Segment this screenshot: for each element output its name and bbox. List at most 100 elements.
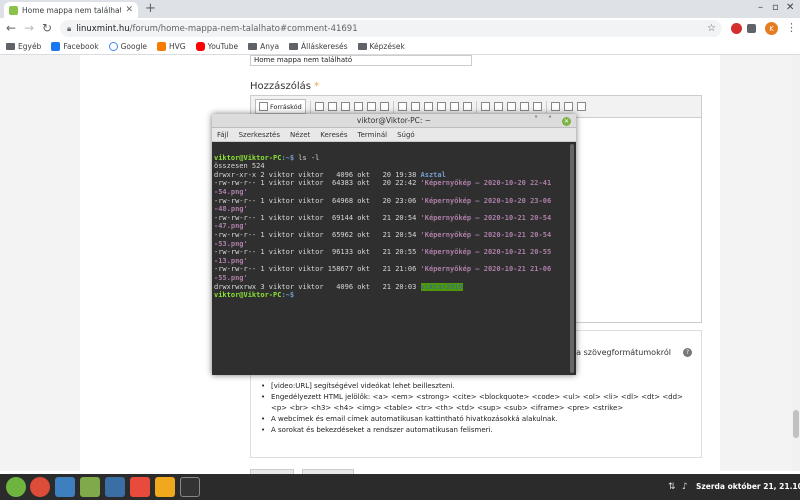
- bookmark-label: Álláskeresés: [301, 42, 348, 51]
- subject-field[interactable]: Home mappa nem található: [250, 55, 472, 66]
- bookmark-label: Google: [120, 42, 148, 51]
- url-path: /forum/home-mappa-nem-talalhato#comment-…: [129, 23, 358, 34]
- toolbar-separator: [545, 100, 547, 113]
- entry-name: 'Képernyőkép – 2020-10-21 20-54: [420, 230, 552, 239]
- terminal-scrollbar[interactable]: [569, 142, 575, 375]
- image-icon[interactable]: [480, 102, 490, 111]
- entry-meta: -rw-rw-r-- 1 viktor viktor 64383 okt 20 …: [214, 179, 421, 188]
- show-blocks-icon[interactable]: [563, 102, 573, 111]
- entry-name-wrap: -48.png': [214, 205, 248, 214]
- maximize-icon[interactable]: ▫: [772, 2, 779, 13]
- entry-meta: -rw-rw-r-- 1 viktor viktor 158677 okt 21…: [214, 265, 421, 274]
- chrome-icon[interactable]: [30, 477, 50, 497]
- terminal-titlebar[interactable]: viktor@Viktor-PC: ~ ˅ ˄ ✕: [212, 114, 576, 128]
- bookmark-youtube[interactable]: YouTube: [195, 42, 238, 51]
- forward-icon[interactable]: →: [24, 21, 34, 35]
- extension-badge-icon[interactable]: [731, 23, 742, 34]
- bookmark-folder-egyeb[interactable]: Egyéb: [6, 42, 41, 51]
- list-item: Engedélyezett HTML jelölők: <a> <em> <st…: [261, 392, 691, 414]
- browser-menu-icon[interactable]: ⋮: [786, 21, 797, 34]
- extensions-puzzle-icon[interactable]: [747, 24, 756, 33]
- bookmark-hvg[interactable]: HVG: [157, 42, 186, 51]
- bookmark-folder-kepzesek[interactable]: Képzések: [357, 42, 405, 51]
- tab-close-icon[interactable]: ✕: [125, 5, 133, 15]
- back-icon[interactable]: ←: [6, 21, 16, 35]
- menu-terminal[interactable]: Terminál: [357, 131, 387, 139]
- table-icon[interactable]: [493, 102, 503, 111]
- text-format-link[interactable]: k a szövegformátumokról: [569, 348, 671, 357]
- window-close-icon[interactable]: ✕: [786, 2, 794, 13]
- profile-avatar[interactable]: K: [765, 22, 778, 35]
- undo-icon[interactable]: [397, 102, 407, 111]
- save-icon[interactable]: [576, 102, 586, 111]
- copy-icon[interactable]: [327, 102, 337, 111]
- files-icon[interactable]: [80, 477, 100, 497]
- page-margin-right: [720, 55, 792, 471]
- minimize-icon[interactable]: –: [758, 2, 763, 13]
- select-all-icon[interactable]: [449, 102, 459, 111]
- taskbar: ⇅ ♪ Szerda október 21, 21.10.09: [0, 474, 800, 500]
- terminal-scroll-thumb[interactable]: [570, 144, 574, 373]
- special-char-icon[interactable]: [532, 102, 542, 111]
- browser-tab[interactable]: Home mappa nem található | L ✕: [4, 2, 138, 18]
- find-icon[interactable]: [423, 102, 433, 111]
- url-host: linuxmint.hu: [76, 23, 130, 34]
- prompt-path: :~$: [281, 291, 299, 300]
- taskbar-clock[interactable]: Szerda október 21, 21.10.09: [696, 482, 800, 491]
- menu-file[interactable]: Fájl: [217, 131, 229, 139]
- hvg-icon: [157, 42, 167, 51]
- url-text[interactable]: linuxmint.hu/forum/home-mappa-nem-talalh…: [76, 24, 357, 34]
- screenshot-tool-icon[interactable]: [105, 477, 125, 497]
- address-bar[interactable]: 🔒︎ linuxmint.hu/forum/home-mappa-nem-tal…: [60, 20, 722, 37]
- bookmark-facebook[interactable]: Facebook: [51, 42, 99, 51]
- paste-text-icon[interactable]: [353, 102, 363, 111]
- redo-icon[interactable]: [410, 102, 420, 111]
- browser-toolbar: ← → ↻ 🔒︎ linuxmint.hu/forum/home-mappa-n…: [0, 18, 800, 39]
- menu-view[interactable]: Nézet: [290, 131, 310, 139]
- mint-menu-icon[interactable]: [6, 477, 26, 497]
- paste-icon[interactable]: [340, 102, 350, 111]
- menu-search[interactable]: Keresés: [320, 131, 347, 139]
- terminal-output[interactable]: viktor@Viktor-PC:~$ ls -l összesen 524 drw…: [212, 142, 568, 375]
- maximize-editor-icon[interactable]: [550, 102, 560, 111]
- menu-edit[interactable]: Szerkesztés: [239, 131, 280, 139]
- bookmark-folder-allaskereses[interactable]: Álláskeresés: [289, 42, 348, 51]
- listing-row: -rw-rw-r-- 1 viktor viktor 64383 okt 20 …: [214, 179, 566, 188]
- page-scroll-thumb[interactable]: [793, 410, 799, 438]
- bookmark-label: Facebook: [63, 42, 99, 51]
- terminal-taskbar-icon[interactable]: [180, 477, 200, 497]
- menu-help[interactable]: Súgó: [397, 131, 415, 139]
- folder-icon: [6, 43, 15, 50]
- list-item: A sorokat és bekezdéseket a rendszer aut…: [261, 425, 691, 436]
- smiley-icon[interactable]: [519, 102, 529, 111]
- bookmark-star-icon[interactable]: ☆: [707, 23, 716, 34]
- volume-icon[interactable]: ♪: [682, 482, 688, 492]
- terminal-window[interactable]: viktor@Viktor-PC: ~ ˅ ˄ ✕ Fájl Szerkeszt…: [212, 114, 576, 375]
- cut-icon[interactable]: [314, 102, 324, 111]
- listing-row: -rw-rw-r-- 1 viktor viktor 64968 okt 20 …: [214, 197, 566, 206]
- new-tab-icon[interactable]: +: [145, 1, 156, 16]
- entry-meta: -rw-rw-r-- 1 viktor viktor 65962 okt 21 …: [214, 230, 421, 239]
- terminal-maximize-icon[interactable]: ˄: [548, 115, 552, 124]
- bookmark-google[interactable]: Google: [108, 42, 148, 51]
- terminal-minimize-icon[interactable]: ˅: [534, 115, 538, 124]
- remove-format-icon[interactable]: [462, 102, 472, 111]
- bookmark-folder-anya[interactable]: Anya: [248, 42, 279, 51]
- toolbar-separator: [309, 100, 311, 113]
- media-player-icon[interactable]: [155, 477, 175, 497]
- folder-icon: [289, 43, 299, 50]
- paste-word-icon[interactable]: [366, 102, 376, 111]
- terminal-close-icon[interactable]: ✕: [562, 117, 571, 126]
- reload-icon[interactable]: ↻: [42, 21, 52, 35]
- source-code-button[interactable]: Forráskód: [255, 99, 306, 114]
- horizontal-line-icon[interactable]: [506, 102, 516, 111]
- page-scrollbar[interactable]: [792, 55, 800, 471]
- software-manager-icon[interactable]: [130, 477, 150, 497]
- spellcheck-icon[interactable]: [379, 102, 389, 111]
- replace-icon[interactable]: [436, 102, 446, 111]
- help-icon[interactable]: ?: [683, 348, 692, 357]
- entry-name: 'Képernyőkép – 2020-10-20 22-41: [420, 179, 552, 188]
- mail-icon[interactable]: [55, 477, 75, 497]
- bookmarks-bar: Egyéb Facebook Google HVG YouTube Anya Á…: [0, 39, 800, 55]
- network-icon[interactable]: ⇅: [668, 482, 676, 492]
